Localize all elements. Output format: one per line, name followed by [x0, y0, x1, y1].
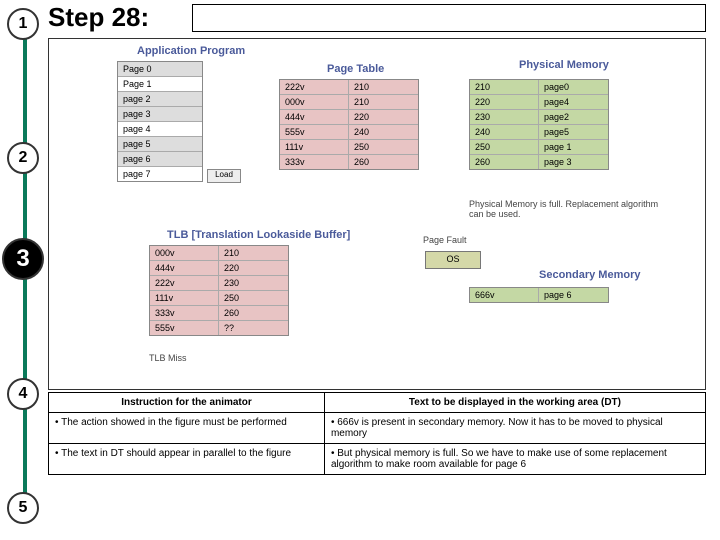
step-rail: 1 2 3 4 5 [5, 0, 41, 540]
td-dt-2: • But physical memory is full. So we hav… [324, 444, 705, 475]
note-tlb-miss: TLB Miss [149, 353, 187, 363]
th-dt: Text to be displayed in the working area… [324, 393, 705, 413]
step-node-3[interactable]: 3 [2, 238, 44, 280]
ap-row: page 3 [118, 107, 202, 121]
step-title: Step 28: [48, 2, 149, 33]
step-node-1[interactable]: 1 [7, 8, 39, 40]
ap-row: Page 0 [118, 62, 202, 76]
ap-row: Page 1 [118, 77, 202, 91]
label-secondary-memory: Secondary Memory [539, 269, 640, 281]
instruction-table: Instruction for the animator Text to be … [48, 392, 706, 475]
secondary-memory-table: 666vpage 6 [469, 287, 609, 303]
th-instruction: Instruction for the animator [49, 393, 325, 413]
ap-row: page 7 [118, 167, 202, 181]
step-node-5[interactable]: 5 [7, 492, 39, 524]
diagram-canvas: Application Program Page Table Physical … [48, 38, 706, 390]
page-table: 222v210 000v210 444v220 555v240 111v250 … [279, 79, 419, 170]
td-instruction-1: • The action showed in the figure must b… [49, 413, 325, 444]
ap-row: page 6 [118, 152, 202, 166]
step-node-2[interactable]: 2 [7, 142, 39, 174]
ap-row: page 4 [118, 122, 202, 136]
physical-memory-table: 210page0 220page4 230page2 240page5 250p… [469, 79, 609, 170]
note-page-fault: Page Fault [423, 235, 467, 245]
application-program-table: Page 0 Page 1 page 2 page 3 page 4 page … [117, 61, 203, 182]
note-pm-full: Physical Memory is full. Replacement alg… [469, 199, 669, 219]
tlb-table: 000v210 444v220 222v230 111v250 333v260 … [149, 245, 289, 336]
td-dt-1: • 666v is present in secondary memory. N… [324, 413, 705, 444]
label-page-table: Page Table [327, 63, 384, 75]
title-input-box [192, 4, 706, 32]
os-box: OS [425, 251, 481, 269]
label-tlb: TLB [Translation Lookaside Buffer] [167, 229, 350, 241]
label-application-program: Application Program [137, 45, 245, 57]
td-instruction-2: • The text in DT should appear in parall… [49, 444, 325, 475]
load-label: Load [207, 169, 241, 183]
ap-row: page 2 [118, 92, 202, 106]
step-node-4[interactable]: 4 [7, 378, 39, 410]
label-physical-memory: Physical Memory [519, 59, 609, 71]
ap-row: page 5 [118, 137, 202, 151]
